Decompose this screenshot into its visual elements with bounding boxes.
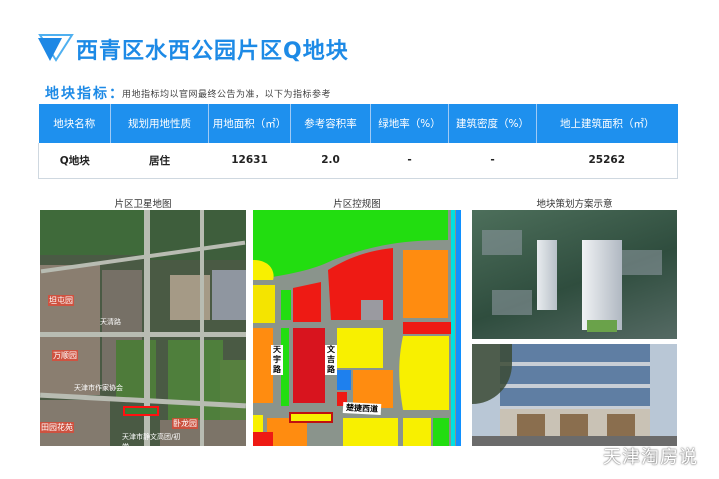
col-header: 地上建筑面积（㎡） [536, 104, 678, 143]
cell: - [370, 143, 449, 179]
control-caption: 片区控规图 [333, 199, 381, 210]
cell: 25262 [536, 143, 678, 179]
map-label: 天清路 [100, 318, 121, 326]
triangle-logo-icon [38, 34, 74, 62]
cell: 12631 [208, 143, 291, 179]
indicators-note: 用地指标均以官网最终公告为准，以下为指标参考 [122, 90, 332, 100]
map-label: 万顺园 [52, 350, 78, 361]
col-header: 规划用地性质 [110, 104, 209, 143]
col-header: 用地面积（㎡） [208, 104, 291, 143]
road-label: 文吉路 [325, 345, 337, 375]
cell: Q地块 [38, 143, 111, 179]
indicators-table: 地块名称 规划用地性质 用地面积（㎡） 参考容积率 绿地率（%） 建筑密度（%）… [38, 104, 678, 179]
map-label: 田园花苑 [40, 422, 74, 433]
satellite-map: 坦屯园 万顺园 田园花苑 卧龙园 天津市作家协会 天津市静文高团/初学 天清路 [40, 210, 246, 446]
cell: - [448, 143, 537, 179]
rendering-caption: 地块策划方案示意 [536, 199, 613, 210]
watermark: 天津淘房说 [603, 447, 698, 468]
cell: 2.0 [290, 143, 371, 179]
map-label: 天津市静文高团/初学 [122, 433, 181, 446]
satellite-caption: 片区卫星地图 [114, 199, 172, 210]
col-header: 建筑密度（%） [448, 104, 537, 143]
page-title: 西青区水西公园片区Q地块 [76, 39, 349, 64]
control-plan-map: 天宇路 文吉路 楚捷西道 [253, 210, 461, 446]
facade-rendering [472, 344, 677, 446]
cell: 居住 [110, 143, 209, 179]
site-boundary [123, 406, 159, 416]
col-header: 绿地率（%） [370, 104, 449, 143]
aerial-rendering [472, 210, 677, 339]
site-boundary [289, 412, 333, 423]
col-header: 地块名称 [38, 104, 111, 143]
map-label: 坦屯园 [48, 295, 74, 306]
col-header: 参考容积率 [290, 104, 371, 143]
table-header-row: 地块名称 规划用地性质 用地面积（㎡） 参考容积率 绿地率（%） 建筑密度（%）… [38, 104, 678, 143]
indicators-heading: 地块指标： [45, 86, 125, 102]
map-label: 天津市作家协会 [74, 384, 123, 392]
road-label: 楚捷西道 [342, 402, 382, 415]
table-row: Q地块 居住 12631 2.0 - - 25262 [38, 143, 678, 179]
road-label: 天宇路 [271, 345, 283, 375]
map-label: 卧龙园 [172, 418, 198, 429]
